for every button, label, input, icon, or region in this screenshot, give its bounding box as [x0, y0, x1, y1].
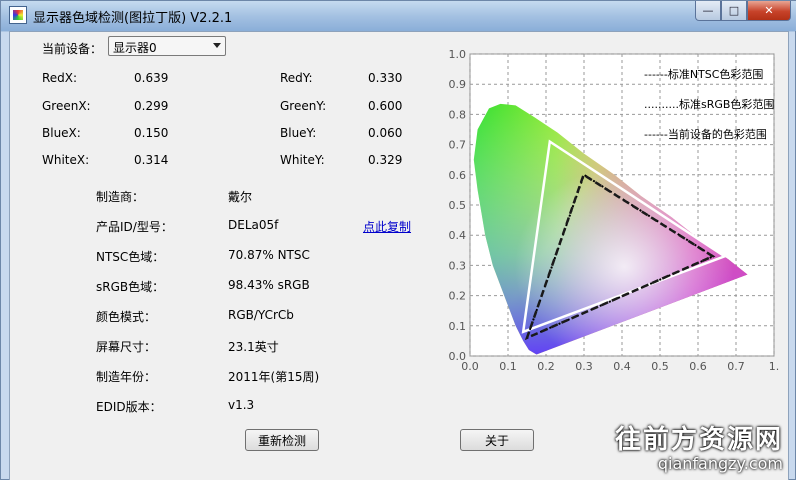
- color-mode-value: RGB/YCrCb: [228, 308, 294, 322]
- device-select[interactable]: 显示器0: [108, 36, 226, 56]
- y-tick-label: 0.2: [449, 290, 467, 303]
- bluex-value: 0.150: [134, 126, 169, 140]
- device-label: 当前设备：: [42, 42, 103, 56]
- close-button[interactable]: ✕: [747, 1, 791, 21]
- y-tick-label: 0.8: [449, 108, 467, 121]
- app-icon: [9, 6, 27, 24]
- y-tick-label: 0.3: [449, 259, 467, 272]
- watermark-title: 往前方资源网: [614, 425, 783, 455]
- y-tick-label: 0.1: [449, 320, 467, 333]
- product-id-value: DELa05f: [228, 218, 279, 232]
- x-tick-label: 0.6: [689, 360, 707, 373]
- title-bar[interactable]: 显示器色域检测(图拉丁版) V2.2.1 — □ ✕: [1, 1, 796, 31]
- app-window: 显示器色域检测(图拉丁版) V2.2.1 — □ ✕ 当前设备： 显示器0 Re…: [0, 0, 796, 480]
- x-tick-label: 0.7: [727, 360, 745, 373]
- chart-legend: ------标准NTSC色彩范围 ..........标准sRGB色彩范围 ----…: [644, 67, 774, 141]
- manufacture-year-value: 2011年(第15周): [228, 370, 320, 384]
- maximize-button[interactable]: □: [721, 1, 747, 21]
- y-tick-label: 0.4: [449, 229, 467, 242]
- legend-entry: ..........标准sRGB色彩范围: [644, 97, 774, 111]
- bluex-label: BlueX:: [42, 126, 81, 140]
- device-select-value: 显示器0: [113, 41, 157, 55]
- bluey-label: BlueY:: [280, 126, 317, 140]
- y-tick-label: 1.0: [449, 48, 467, 61]
- bluey-value: 0.060: [368, 126, 403, 140]
- srgb-value: 98.43% sRGB: [228, 278, 310, 292]
- y-tick-label: 0.7: [449, 139, 467, 152]
- chromaticity-chart: 0.0 0.1 0.2 0.3 0.4 0.5 0.6 0.7 1.0.00.10.20.30.…: [449, 48, 780, 373]
- y-tick-label: 0.0: [449, 350, 467, 363]
- redx-label: RedX:: [42, 71, 78, 85]
- recheck-button[interactable]: 重新检测: [245, 429, 319, 451]
- x-tick-label: 1.: [769, 360, 780, 373]
- whitex-label: WhiteX:: [42, 153, 90, 167]
- minimize-button[interactable]: —: [695, 1, 721, 21]
- client-area: 当前设备： 显示器0 RedX: 0.639 RedY: 0.330 Green…: [9, 31, 789, 480]
- greeny-value: 0.600: [368, 99, 403, 113]
- redy-value: 0.330: [368, 71, 403, 85]
- screen-size-value: 23.1英寸: [228, 340, 279, 354]
- edid-version-label: EDID版本：: [96, 400, 162, 414]
- ntsc-label: NTSC色域：: [96, 250, 165, 264]
- edid-version-value: v1.3: [228, 398, 255, 412]
- greenx-value: 0.299: [134, 99, 169, 113]
- y-tick-label: 0.6: [449, 169, 467, 182]
- legend-entry: ------当前设备的色彩范围: [644, 127, 767, 141]
- screen-size-label: 屏幕尺寸：: [96, 340, 157, 354]
- watermark-url: qianfangzy.com: [657, 454, 783, 473]
- x-tick-label: 0.4: [613, 360, 631, 373]
- ntsc-value: 70.87% NTSC: [228, 248, 310, 262]
- chevron-down-icon: [213, 43, 221, 48]
- manufacturer-label: 制造商：: [96, 190, 145, 204]
- legend-entry: ------标准NTSC色彩范围: [644, 67, 763, 81]
- product-id-label: 产品ID/型号：: [96, 220, 173, 234]
- x-tick-label: 0.2: [537, 360, 555, 373]
- redy-label: RedY:: [280, 71, 313, 85]
- whitex-value: 0.314: [134, 153, 169, 167]
- x-tick-label: 0.3: [575, 360, 593, 373]
- manufacturer-value: 戴尔: [228, 190, 253, 204]
- manufacture-year-label: 制造年份：: [96, 370, 157, 384]
- whitey-value: 0.329: [368, 153, 403, 167]
- greeny-label: GreenY:: [280, 99, 327, 113]
- x-tick-label: 0.1: [499, 360, 517, 373]
- redx-value: 0.639: [134, 71, 169, 85]
- srgb-label: sRGB色域：: [96, 280, 165, 294]
- color-mode-label: 颜色模式：: [96, 310, 157, 324]
- y-tick-label: 0.5: [449, 199, 467, 212]
- y-tick-label: 0.9: [449, 78, 467, 91]
- whitey-label: WhiteY:: [280, 153, 325, 167]
- x-tick-label: 0.5: [651, 360, 669, 373]
- watermark: 往前方资源网 qianfangzy.com: [615, 419, 783, 473]
- greenx-label: GreenX:: [42, 99, 91, 113]
- copy-link[interactable]: 点此复制: [363, 218, 411, 235]
- window-title: 显示器色域检测(图拉丁版) V2.2.1: [33, 11, 233, 26]
- about-button[interactable]: 关于: [460, 429, 534, 451]
